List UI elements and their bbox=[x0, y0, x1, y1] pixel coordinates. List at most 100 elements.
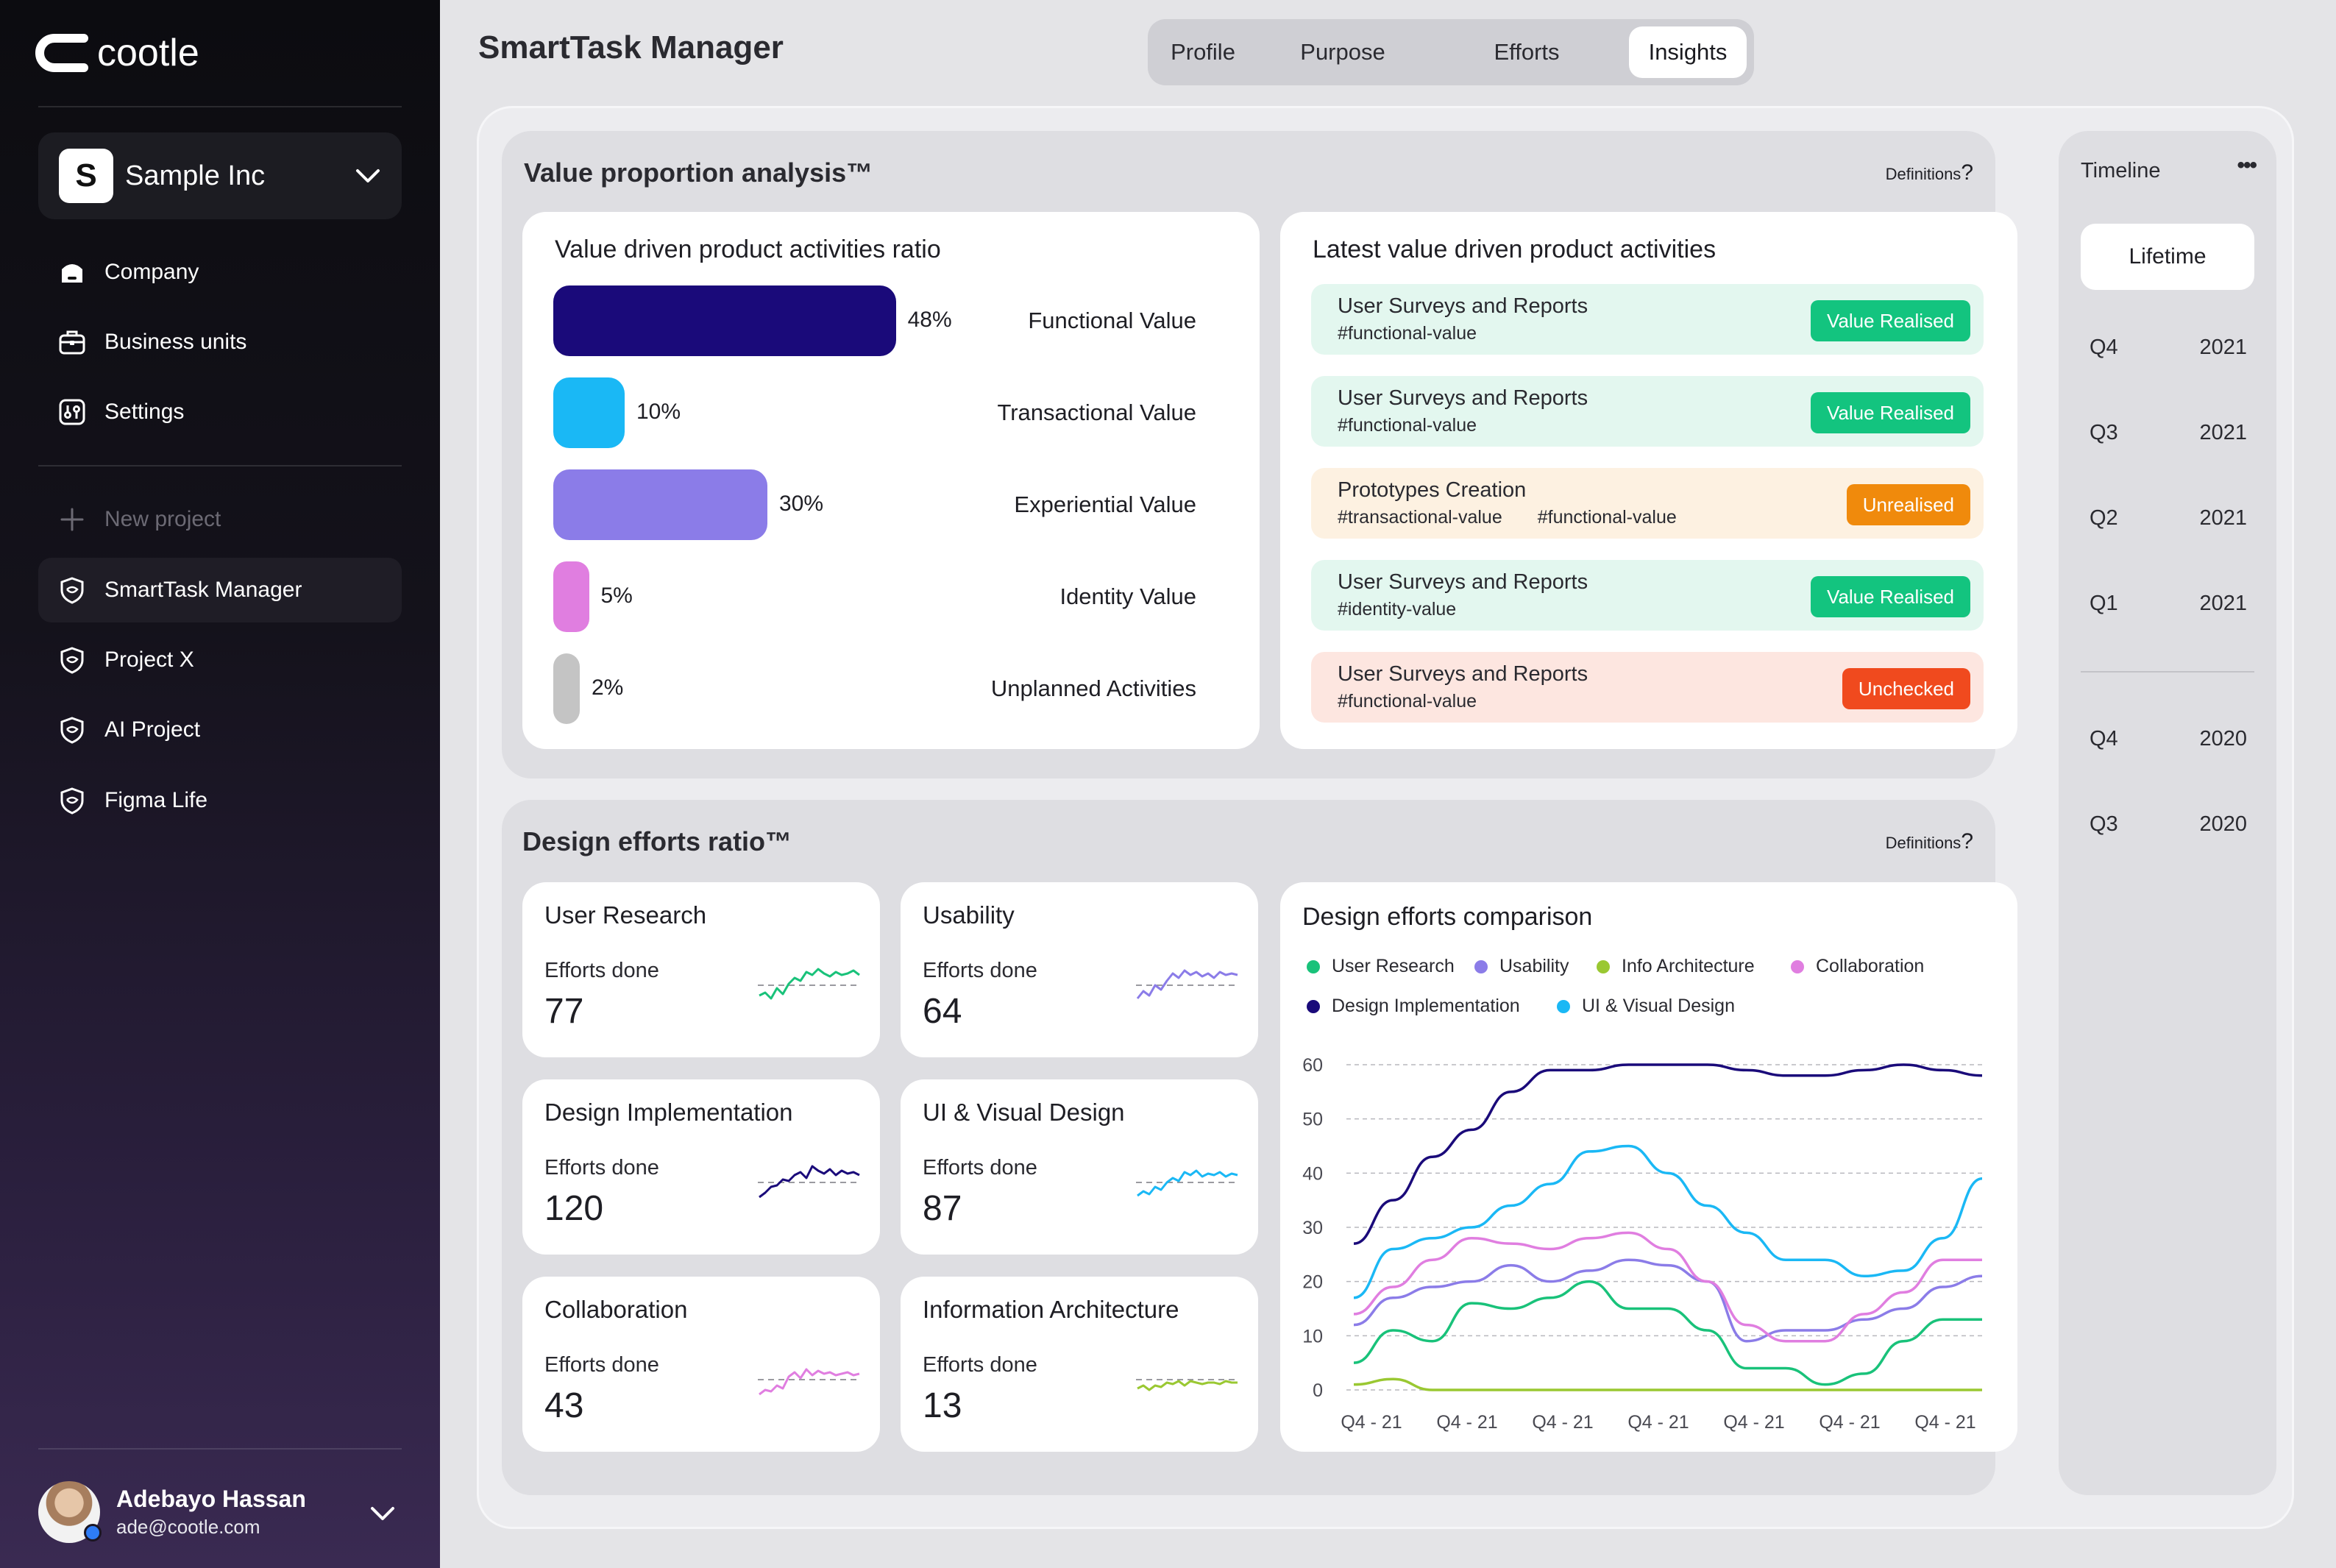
tag[interactable]: #functional-value bbox=[1338, 323, 1477, 344]
ratio-row: 2% Unplanned Activities bbox=[522, 653, 1229, 724]
ratio-bar bbox=[553, 285, 896, 356]
timeline-row[interactable]: Q2 2021 bbox=[2090, 506, 2247, 536]
tag[interactable]: #identity-value bbox=[1338, 599, 1456, 620]
series-line bbox=[1353, 1063, 1983, 1245]
new-project-label: New project bbox=[104, 507, 221, 531]
effort-title: Information Architecture bbox=[923, 1296, 1179, 1323]
value-ratio-card: Value driven product activities ratio 48… bbox=[522, 212, 1260, 749]
ratio-percent: 10% bbox=[636, 400, 681, 424]
nav-item-settings[interactable]: Settings bbox=[38, 380, 402, 444]
effort-card[interactable]: Information Architecture Efforts done 13 bbox=[901, 1277, 1258, 1452]
card-title: Value driven product activities ratio bbox=[555, 235, 941, 263]
sparkline bbox=[1136, 1169, 1239, 1197]
ratio-percent: 5% bbox=[600, 583, 633, 608]
timeline-row[interactable]: Q3 2020 bbox=[2090, 812, 2247, 842]
sparkline bbox=[758, 1368, 861, 1396]
effort-value: 77 bbox=[544, 992, 584, 1031]
x-tick-label: Q4 - 21 bbox=[1341, 1412, 1402, 1433]
y-tick-label: 30 bbox=[1302, 1218, 1323, 1238]
sidebar: cootle S Sample Inc Company Business uni… bbox=[0, 0, 440, 1568]
cootle-logo-icon bbox=[35, 34, 88, 72]
x-tick-label: Q4 - 21 bbox=[1819, 1412, 1880, 1433]
timeline-quarter: Q4 bbox=[2090, 727, 2118, 751]
tab-profile[interactable]: Profile bbox=[1155, 26, 1251, 78]
user-menu[interactable]: Adebayo Hassan ade@cootle.com bbox=[38, 1479, 402, 1545]
ratio-label: Experiential Value bbox=[1014, 492, 1196, 517]
effort-card[interactable]: Usability Efforts done 64 bbox=[901, 882, 1258, 1057]
ratio-row: 5% Identity Value bbox=[522, 561, 1229, 632]
status-badge: Unrealised bbox=[1846, 484, 1970, 525]
project-label: Figma Life bbox=[104, 788, 208, 812]
design-efforts-section: Design efforts ratio™ Definitions? User … bbox=[502, 800, 2017, 1495]
brand-logo[interactable]: cootle bbox=[35, 29, 199, 77]
tag[interactable]: #functional-value bbox=[1338, 415, 1477, 436]
timeline-row[interactable]: Q4 2021 bbox=[2090, 336, 2247, 365]
timeline-year: 2020 bbox=[2199, 812, 2247, 836]
nav-item-label: Settings bbox=[104, 400, 185, 424]
effort-label: Efforts done bbox=[544, 1353, 659, 1377]
ratio-label: Functional Value bbox=[1028, 308, 1196, 333]
activity-item[interactable]: Prototypes Creation #transactional-value #… bbox=[1311, 468, 1984, 539]
effort-card[interactable]: Design Implementation Efforts done 120 bbox=[522, 1079, 880, 1255]
tag[interactable]: #functional-value bbox=[1538, 507, 1677, 528]
timeline-year: 2021 bbox=[2199, 592, 2247, 615]
section-title: Design efforts ratio™ bbox=[522, 826, 792, 856]
lifetime-filter-button[interactable]: Lifetime bbox=[2081, 224, 2254, 290]
company-selector[interactable]: S Sample Inc bbox=[38, 132, 402, 219]
effort-card[interactable]: UI & Visual Design Efforts done 87 bbox=[901, 1079, 1258, 1255]
user-name: Adebayo Hassan bbox=[116, 1486, 306, 1512]
activity-item[interactable]: User Surveys and Reports #functional-valu… bbox=[1311, 284, 1984, 355]
activity-item[interactable]: User Surveys and Reports #functional-valu… bbox=[1311, 376, 1984, 447]
timeline-panel: Timeline ••• Lifetime Q4 2021 Q3 2021 Q2 2021… bbox=[2059, 131, 2276, 1495]
latest-activities-card: Latest value driven product activities U… bbox=[1280, 212, 2017, 749]
y-tick-label: 20 bbox=[1302, 1272, 1323, 1293]
timeline-row[interactable]: Q3 2021 bbox=[2090, 421, 2247, 450]
company-badge: S bbox=[59, 149, 113, 203]
project-item-figma-life[interactable]: Figma Life bbox=[38, 768, 402, 833]
tab-efforts[interactable]: Efforts bbox=[1471, 26, 1582, 78]
more-options-icon[interactable]: ••• bbox=[2237, 153, 2257, 178]
effort-label: Efforts done bbox=[923, 959, 1037, 982]
x-tick-label: Q4 - 21 bbox=[1436, 1412, 1497, 1433]
activity-item[interactable]: User Surveys and Reports #identity-value V… bbox=[1311, 560, 1984, 631]
status-badge: Value Realised bbox=[1811, 392, 1970, 433]
tab-insights[interactable]: Insights bbox=[1629, 26, 1747, 78]
project-item-project-x[interactable]: Project X bbox=[38, 628, 402, 692]
timeline-quarter: Q2 bbox=[2090, 506, 2118, 530]
card-title: Latest value driven product activities bbox=[1313, 235, 1717, 263]
tab-purpose[interactable]: Purpose bbox=[1288, 26, 1398, 78]
activity-item[interactable]: User Surveys and Reports #functional-valu… bbox=[1311, 652, 1984, 723]
project-label: SmartTask Manager bbox=[104, 578, 302, 602]
tag[interactable]: #transactional-value bbox=[1338, 507, 1502, 528]
timeline-year: 2020 bbox=[2199, 727, 2247, 751]
sparkline-path bbox=[1137, 1380, 1238, 1391]
nav-item-business-units[interactable]: Business units bbox=[38, 310, 402, 375]
divider bbox=[38, 465, 402, 467]
x-tick-label: Q4 - 21 bbox=[1532, 1412, 1593, 1433]
x-tick-label: Q4 - 21 bbox=[1914, 1412, 1975, 1433]
plus-icon bbox=[56, 503, 88, 536]
timeline-row[interactable]: Q4 2020 bbox=[2090, 727, 2247, 756]
tag[interactable]: #functional-value bbox=[1338, 691, 1477, 712]
timeline-row[interactable]: Q1 2021 bbox=[2090, 592, 2247, 621]
project-item-ai-project[interactable]: AI Project bbox=[38, 698, 402, 762]
effort-card[interactable]: Collaboration Efforts done 43 bbox=[522, 1277, 880, 1452]
nav-item-label: Company bbox=[104, 260, 199, 284]
project-item-smarttask-manager[interactable]: SmartTask Manager bbox=[38, 558, 402, 622]
tab-bar: Profile Purpose Efforts Insights bbox=[1148, 19, 1754, 85]
ratio-row: 30% Experiential Value bbox=[522, 469, 1229, 540]
nav-item-company[interactable]: Company bbox=[38, 240, 402, 305]
definitions-link[interactable]: Definitions? bbox=[1886, 829, 1973, 854]
divider bbox=[38, 1448, 402, 1450]
sparkline bbox=[758, 968, 861, 1000]
ratio-bar bbox=[553, 561, 589, 632]
timeline-year: 2021 bbox=[2199, 506, 2247, 530]
ratio-label: Identity Value bbox=[1059, 583, 1196, 609]
value-proportion-section: Value proportion analysis™ Definitions? … bbox=[502, 131, 2017, 778]
new-project-button[interactable]: New project bbox=[38, 487, 402, 552]
definitions-link[interactable]: Definitions? bbox=[1886, 160, 1973, 185]
effort-value: 64 bbox=[923, 992, 962, 1031]
sparkline-path bbox=[759, 968, 860, 1000]
effort-card[interactable]: User Research Efforts done 77 bbox=[522, 882, 880, 1057]
effort-label: Efforts done bbox=[544, 1156, 659, 1179]
